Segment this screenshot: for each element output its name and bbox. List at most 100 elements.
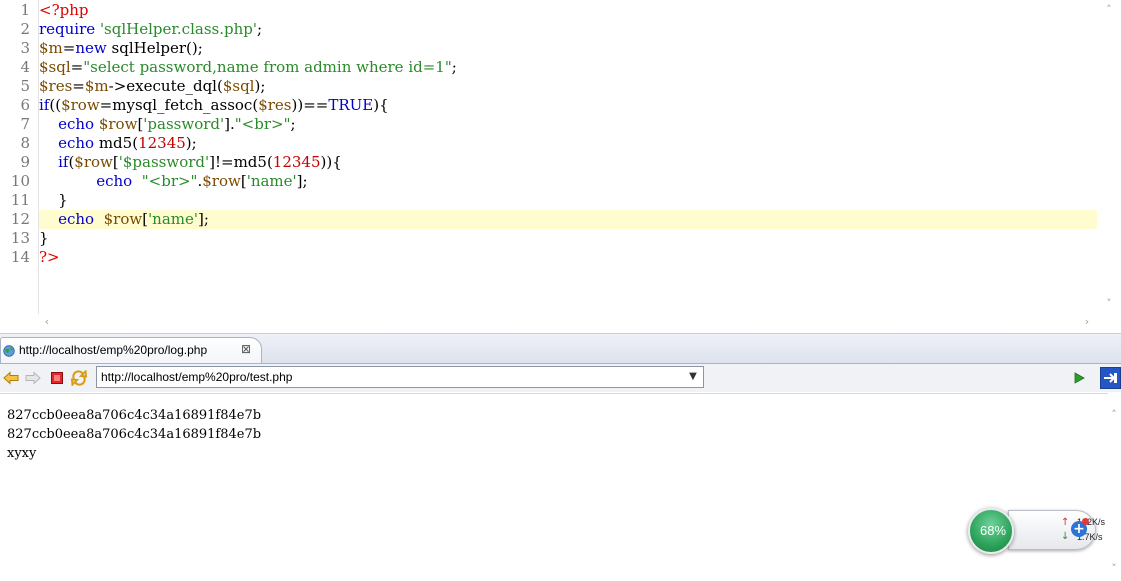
- line-number: 14: [10, 248, 30, 266]
- network-monitor-widget[interactable]: ↑ 122K/s ↓ 1.7K/s 68% +: [968, 508, 1105, 554]
- code-token: $row: [74, 153, 113, 171]
- refresh-icon[interactable]: [70, 369, 88, 387]
- line-number: 4: [20, 58, 30, 76]
- code-line[interactable]: $sql="select password,name from admin wh…: [39, 58, 1097, 77]
- code-token: echo: [96, 172, 133, 190]
- code-line[interactable]: if(($row=mysql_fetch_assoc($res))==TRUE)…: [39, 96, 1097, 115]
- code-token: );: [254, 77, 266, 95]
- code-line[interactable]: $m=new sqlHelper();: [39, 39, 1097, 58]
- code-token: ;: [451, 58, 457, 76]
- chevron-down-icon[interactable]: ▼: [686, 370, 700, 384]
- code-token: echo: [58, 115, 95, 133]
- globe-icon: [3, 345, 15, 357]
- code-editor[interactable]: 1 2 3 4 5 6 7 8 9 10 11 12 13 14 <?php require 'sqlHel…: [0, 0, 1121, 334]
- code-token: =: [70, 58, 84, 76]
- page-vertical-scrollbar[interactable]: ˄ ˅: [1108, 393, 1121, 580]
- line-number: 13: [10, 229, 30, 247]
- line-number: 7: [20, 115, 30, 133]
- line-number-gutter: 1 2 3 4 5 6 7 8 9 10 11 12 13 14: [0, 0, 39, 314]
- scroll-left-icon[interactable]: ‹: [41, 316, 53, 328]
- url-text: http://localhost/emp%20pro/test.php: [101, 370, 293, 384]
- code-token: ){: [373, 96, 389, 114]
- code-token: "select password,name from admin where i…: [83, 58, 452, 76]
- code-token: $res: [258, 96, 292, 114]
- scroll-up-icon[interactable]: ˄: [1103, 4, 1115, 16]
- code-token: "<br>": [141, 172, 198, 190]
- forward-arrow-icon[interactable]: [24, 369, 42, 387]
- code-line[interactable]: echo $row['name'];: [39, 210, 1097, 229]
- code-token: "<br>": [234, 115, 291, 133]
- code-token: )){: [320, 153, 342, 171]
- code-token: ->execute_dql(: [108, 77, 223, 95]
- code-line[interactable]: ?>: [39, 248, 1097, 267]
- code-token: 'name': [246, 172, 297, 190]
- line-number: 11: [10, 191, 30, 209]
- go-icon[interactable]: [1070, 369, 1088, 387]
- code-token: }: [39, 229, 49, 247]
- upload-arrow-icon: ↑: [1061, 517, 1070, 528]
- code-token: $row: [202, 172, 241, 190]
- code-token: 12345: [272, 153, 321, 171]
- code-token: $res: [39, 77, 73, 95]
- code-line[interactable]: require 'sqlHelper.class.php';: [39, 20, 1097, 39]
- code-token: if: [58, 153, 69, 171]
- code-line[interactable]: if($row['$password']!=md5(12345)){: [39, 153, 1097, 172]
- scroll-right-icon[interactable]: ›: [1081, 316, 1093, 328]
- code-token: }: [39, 191, 68, 209]
- code-token: if: [39, 96, 50, 114]
- code-token: );: [185, 134, 197, 152]
- code-token: 'sqlHelper.class.php': [99, 20, 257, 38]
- code-token: $m: [39, 39, 63, 57]
- line-number: 2: [20, 20, 30, 38]
- open-external-browser-icon[interactable]: [1100, 367, 1121, 389]
- code-token: echo: [58, 134, 95, 152]
- code-line[interactable]: }: [39, 191, 1097, 210]
- browser-page-content: 827ccb0eea8a706c4c34a16891f84e7b 827ccb0…: [0, 393, 1108, 581]
- code-line[interactable]: echo md5(12345);: [39, 134, 1097, 153]
- code-token: echo: [58, 210, 95, 228]
- line-number: 8: [20, 134, 30, 152]
- code-token: ]!=md5(: [209, 153, 273, 171]
- editor-vertical-scrollbar[interactable]: ˄ ˅: [1097, 0, 1121, 314]
- code-token: <?php: [39, 1, 89, 19]
- line-number: 10: [10, 172, 30, 190]
- code-token: $m: [84, 77, 109, 95]
- code-token: =: [72, 77, 85, 95]
- code-token: ((: [49, 96, 62, 114]
- code-token: new: [75, 39, 107, 57]
- url-input[interactable]: http://localhost/emp%20pro/test.php ▼: [96, 366, 704, 388]
- editor-horizontal-scrollbar[interactable]: ‹ ›: [39, 314, 1097, 332]
- code-token: 12345: [138, 134, 186, 152]
- line-number: 9: [20, 153, 30, 171]
- stop-icon[interactable]: [48, 369, 66, 387]
- code-line[interactable]: }: [39, 229, 1097, 248]
- browser-tab[interactable]: http://localhost/emp%20pro/log.php ⊠: [0, 337, 262, 363]
- code-line[interactable]: echo "<br>".$row['name'];: [39, 172, 1097, 191]
- code-token: ?>: [39, 248, 60, 266]
- code-token: TRUE: [328, 96, 374, 114]
- scroll-up-icon[interactable]: ˄: [1108, 409, 1120, 421]
- code-token: ];: [198, 210, 209, 228]
- line-number: 12: [10, 210, 30, 228]
- code-token: ;: [256, 20, 263, 38]
- code-area[interactable]: <?php require 'sqlHelper.class.php'; $m=ne…: [39, 0, 1097, 314]
- scroll-down-icon[interactable]: ˅: [1103, 298, 1115, 310]
- code-line[interactable]: $res=$m->execute_dql($sql);: [39, 77, 1097, 96]
- line-number: 6: [20, 96, 30, 114]
- code-line[interactable]: <?php: [39, 1, 1097, 20]
- close-tab-icon[interactable]: ⊠: [241, 342, 251, 356]
- scroll-down-icon[interactable]: ˅: [1108, 563, 1120, 575]
- browser-navigation-toolbar: http://localhost/emp%20pro/test.php ▼: [0, 364, 1121, 392]
- back-arrow-icon[interactable]: [2, 369, 20, 387]
- memory-usage-ball[interactable]: 68%: [968, 508, 1014, 554]
- code-token: 'password': [143, 115, 225, 133]
- code-line[interactable]: echo $row['password']."<br>";: [39, 115, 1097, 134]
- tab-label: http://localhost/emp%20pro/log.php: [19, 343, 208, 357]
- code-token: require: [39, 20, 96, 38]
- code-token: $sql: [39, 58, 71, 76]
